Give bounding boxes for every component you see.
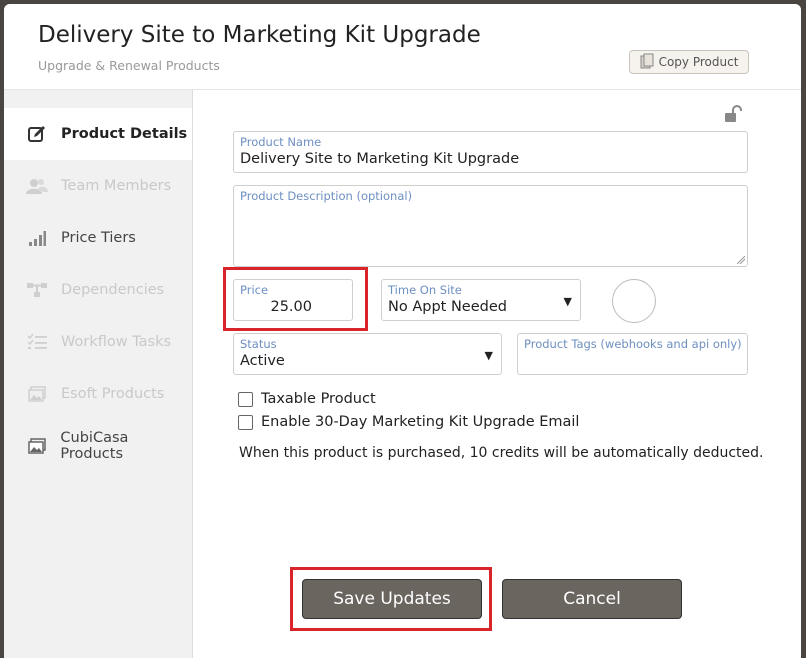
product-modal: Delivery Site to Marketing Kit Upgrade U…: [4, 4, 801, 658]
enable-email-row[interactable]: Enable 30-Day Marketing Kit Upgrade Emai…: [238, 414, 579, 430]
sidebar-item-product-details[interactable]: Product Details: [4, 108, 192, 160]
dropdown-caret-icon: ▼: [563, 295, 572, 308]
sidebar: Product Details Team Members Price Tiers…: [4, 90, 193, 658]
enable-email-checkbox[interactable]: [238, 414, 253, 430]
copy-product-label: Copy Product: [658, 55, 739, 69]
sidebar-item-label: Workflow Tasks: [61, 334, 172, 350]
modal-header: Delivery Site to Marketing Kit Upgrade U…: [4, 4, 801, 90]
sidebar-item-price-tiers[interactable]: Price Tiers: [4, 212, 192, 264]
field-value: Delivery Site to Marketing Kit Upgrade: [240, 151, 520, 167]
taxable-product-checkbox[interactable]: [238, 391, 253, 407]
product-tags-field[interactable]: Product Tags (webhooks and api only): [517, 333, 748, 375]
sidebar-item-team-members[interactable]: Team Members: [4, 160, 192, 212]
sidebar-item-label: Team Members: [61, 178, 172, 194]
sidebar-spacer: [4, 90, 192, 108]
product-description-field[interactable]: Product Description (optional): [233, 185, 748, 267]
field-label: Status: [240, 337, 277, 351]
field-label: Product Name: [240, 135, 322, 149]
product-name-field[interactable]: Product Name Delivery Site to Marketing …: [233, 131, 748, 173]
copy-product-button[interactable]: Copy Product: [629, 50, 749, 74]
image-icon: [26, 436, 47, 456]
status-select[interactable]: Status Active ▼: [233, 333, 502, 375]
field-label: Product Tags (webhooks and api only): [524, 337, 742, 351]
sidebar-item-workflow-tasks[interactable]: Workflow Tasks: [4, 316, 192, 368]
taxable-product-row[interactable]: Taxable Product: [238, 391, 376, 407]
edit-icon: [26, 124, 48, 144]
price-highlight: [223, 267, 368, 331]
credits-info-text: When this product is purchased, 10 credi…: [239, 445, 764, 461]
sidebar-item-label: Product Details: [61, 126, 188, 142]
product-form: Product Name Delivery Site to Marketing …: [193, 90, 801, 658]
sidebar-item-label: Dependencies: [61, 282, 165, 298]
save-highlight: [290, 567, 492, 631]
copy-icon: [640, 53, 654, 72]
resize-handle-icon[interactable]: [737, 256, 745, 264]
sidebar-item-dependencies[interactable]: Dependencies: [4, 264, 192, 316]
field-value: Active: [240, 353, 285, 369]
field-value: No Appt Needed: [388, 299, 507, 315]
tasks-icon: [26, 332, 48, 352]
page-title: Delivery Site to Marketing Kit Upgrade: [38, 22, 481, 48]
sidebar-item-label: CubiCasa Products: [60, 430, 129, 462]
sidebar-item-label: Esoft Products: [61, 386, 165, 402]
enable-email-label: Enable 30-Day Marketing Kit Upgrade Emai…: [261, 414, 580, 430]
bars-icon: [26, 228, 48, 248]
unlock-icon[interactable]: [724, 105, 742, 123]
sidebar-item-esoft-products[interactable]: Esoft Products: [4, 368, 192, 420]
field-label: Product Description (optional): [240, 189, 413, 203]
image-icon: [26, 384, 48, 404]
dropdown-caret-icon: ▼: [484, 349, 493, 362]
dependency-icon: [26, 280, 48, 300]
field-label: Time On Site: [388, 283, 462, 297]
taxable-product-label: Taxable Product: [261, 391, 376, 407]
sidebar-item-label: Price Tiers: [61, 230, 136, 246]
users-icon: [26, 176, 48, 196]
sidebar-item-cubicasa-products[interactable]: CubiCasa Products: [4, 420, 192, 472]
time-on-site-select[interactable]: Time On Site No Appt Needed ▼: [381, 279, 581, 321]
page-subtitle: Upgrade & Renewal Products: [38, 58, 220, 73]
color-swatch[interactable]: [612, 279, 656, 323]
cancel-button[interactable]: Cancel: [502, 579, 682, 619]
